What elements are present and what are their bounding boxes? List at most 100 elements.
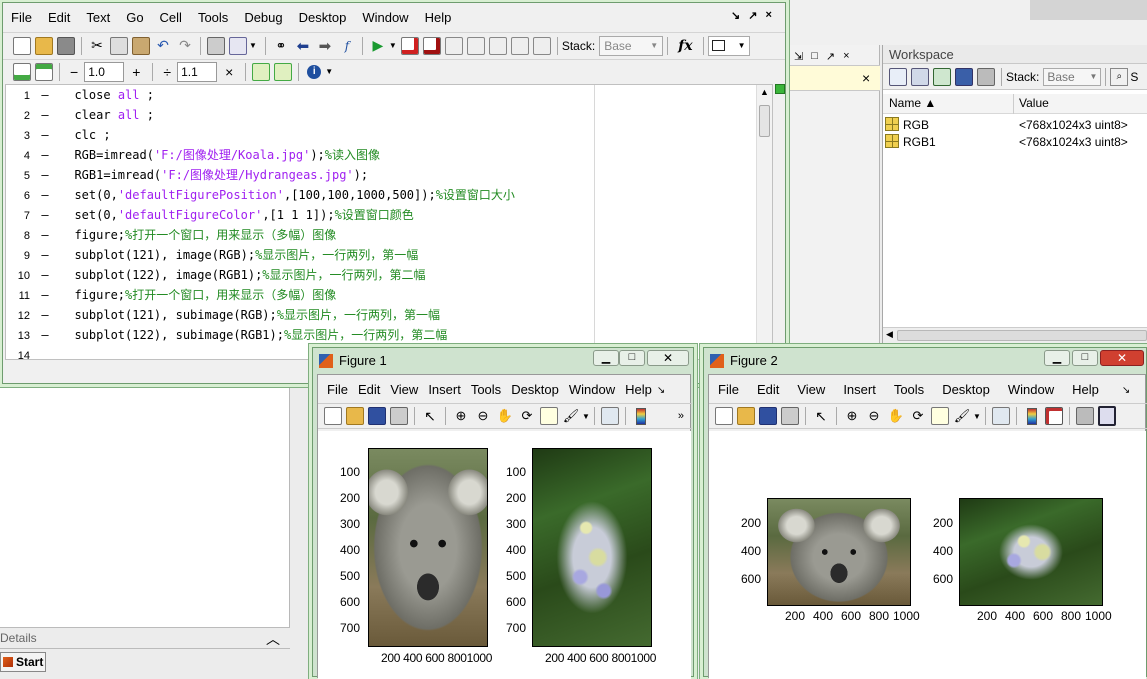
decrement-button[interactable]: − [70,64,78,80]
menu-window[interactable]: Window [999,379,1063,401]
editor-stack-select[interactable]: Base ▼ [599,35,664,56]
breakpoint-marker[interactable]: — [30,285,60,305]
menu-insert[interactable]: Insert [423,379,466,401]
undock-icon[interactable]: ⇲ [794,50,803,63]
breakpoint-marker[interactable]: — [30,245,60,265]
code-line[interactable]: 7— set(0,'defaultFigureColor',[1 1 1]);%… [14,205,594,225]
code-line[interactable]: 12— subplot(121), subimage(RGB);%显示图片，一行… [14,305,594,325]
menu-cell[interactable]: Cell [152,7,190,29]
menu-overflow-icon[interactable]: ↘ [1122,385,1130,396]
multiply-button[interactable]: × [225,64,233,80]
new-variable-icon[interactable] [889,67,907,86]
menu-window[interactable]: Window [354,7,416,29]
column-header-value[interactable]: Value [1019,96,1049,110]
new-file-icon[interactable] [13,36,31,55]
code-line[interactable]: 9— subplot(121), image(RGB);%显示图片，一行两列，第… [14,245,594,265]
code-area[interactable]: 1— close all ; 2— clear all ; 3— clc ; 4— R… [5,84,773,360]
data-cursor-icon[interactable] [931,407,949,425]
menu-edit[interactable]: Edit [353,379,385,401]
menu-window[interactable]: Window [564,379,620,401]
close-icon[interactable]: × [765,9,771,25]
breakpoint-marker[interactable]: — [30,105,60,125]
menu-help[interactable]: Help [417,7,460,29]
link-plot-icon[interactable] [600,407,619,425]
pin-icon[interactable]: ↗ [826,50,835,63]
edit-plot-icon[interactable]: ↖ [421,407,439,425]
scroll-up-arrow[interactable]: ▲ [760,87,769,97]
divide-button[interactable]: ÷ [163,64,171,80]
breakpoint-marker[interactable]: — [30,85,60,105]
undock-icon[interactable]: ↘ [731,9,740,25]
save-workspace-icon[interactable] [955,67,973,86]
code-line[interactable]: 2— clear all ; [14,105,594,125]
code-line[interactable]: 6— set(0,'defaultFigurePosition',[100,10… [14,185,594,205]
find-icon[interactable]: ⚭ [272,37,290,55]
menu-edit[interactable]: Edit [748,379,788,401]
hide-plot-tools-icon[interactable] [1075,407,1094,425]
breakpoint-marker[interactable]: — [30,305,60,325]
code-line[interactable]: 8— figure;%打开一个窗口，用来显示（多幅）图像 [14,225,594,245]
undo-icon[interactable]: ↶ [154,37,172,55]
minimize-button[interactable]: ▁ [1044,350,1070,366]
legend-icon[interactable] [1044,407,1063,425]
breakpoint-marker[interactable]: — [30,265,60,285]
code-line[interactable]: 4— RGB=imread('F:/图像处理/Koala.jpg');%读入图像 [14,145,594,165]
colorbar-icon[interactable] [632,407,650,425]
close-button[interactable]: ✕ [1100,350,1144,366]
breakpoint-marker[interactable]: — [30,185,60,205]
menu-insert[interactable]: Insert [834,379,885,401]
info-icon[interactable]: i [305,63,323,81]
chevron-up-icon[interactable]: ︿ [266,629,280,649]
exit-debug-icon[interactable] [532,36,551,55]
fx-icon[interactable]: fx [678,38,692,54]
code-line[interactable]: 5— RGB1=imread('F:/图像处理/Hydrangeas.jpg')… [14,165,594,185]
set-breakpoint-icon[interactable] [400,36,419,55]
colorbar-icon[interactable] [1023,407,1041,425]
menu-file[interactable]: File [3,7,40,29]
continue-icon[interactable] [510,36,529,55]
code-line[interactable]: 1— close all ; [14,85,594,105]
close-button[interactable]: ✕ [647,350,689,366]
function-icon[interactable]: f [338,37,356,55]
evaluate-advance-icon[interactable] [274,62,293,81]
new-figure-icon[interactable] [324,407,342,425]
code-line[interactable]: 3— clc ; [14,125,594,145]
increment-button[interactable]: + [132,64,140,80]
print-figure-icon[interactable] [781,407,799,425]
menu-desktop[interactable]: Desktop [933,379,999,401]
stack-select[interactable]: Base ▼ [1043,67,1102,86]
menu-help[interactable]: Help [620,379,657,401]
evaluate-cell-icon[interactable] [252,62,271,81]
toolbar-overflow-icon[interactable]: » [678,410,684,422]
zoom-out-icon[interactable]: ⊖ [474,407,492,425]
vertical-scrollbar[interactable]: ▲ [756,85,772,359]
pan-icon[interactable]: ✋ [496,407,514,425]
menu-go[interactable]: Go [118,7,151,29]
menu-help[interactable]: Help [1063,379,1108,401]
save-figure-icon[interactable] [759,407,777,425]
plot-selection-icon[interactable]: ⌕ [1110,67,1129,86]
breakpoint-marker[interactable]: — [30,325,60,345]
chevron-down-icon[interactable]: ▼ [325,67,333,76]
dock-icon[interactable]: ↗ [748,9,757,25]
copy-icon[interactable] [110,36,128,55]
brush-icon[interactable]: 🖌 [562,407,580,425]
scroll-left-arrow[interactable]: ◀ [886,329,893,340]
rotate-icon[interactable]: ⟳ [518,407,536,425]
menu-desktop[interactable]: Desktop [291,7,355,29]
close-icon[interactable]: × [843,50,849,62]
chevron-down-icon[interactable]: ▼ [582,412,590,421]
chevron-down-icon[interactable]: ▼ [389,41,397,50]
breakpoint-marker[interactable]: — [30,225,60,245]
breakpoint-marker[interactable]: — [30,205,60,225]
details-bar[interactable]: Details ︿ [0,627,290,649]
open-variable-icon[interactable] [911,67,929,86]
scrollbar-thumb[interactable] [897,330,1147,341]
save-icon[interactable] [57,36,75,55]
open-folder-icon[interactable] [35,36,53,55]
chevron-down-icon[interactable]: ▼ [973,412,981,421]
cut-icon[interactable]: ✂ [88,37,106,55]
zoom-in-icon[interactable]: ⊕ [843,407,861,425]
menu-view[interactable]: View [788,379,834,401]
close-tip-icon[interactable]: × [862,70,870,86]
